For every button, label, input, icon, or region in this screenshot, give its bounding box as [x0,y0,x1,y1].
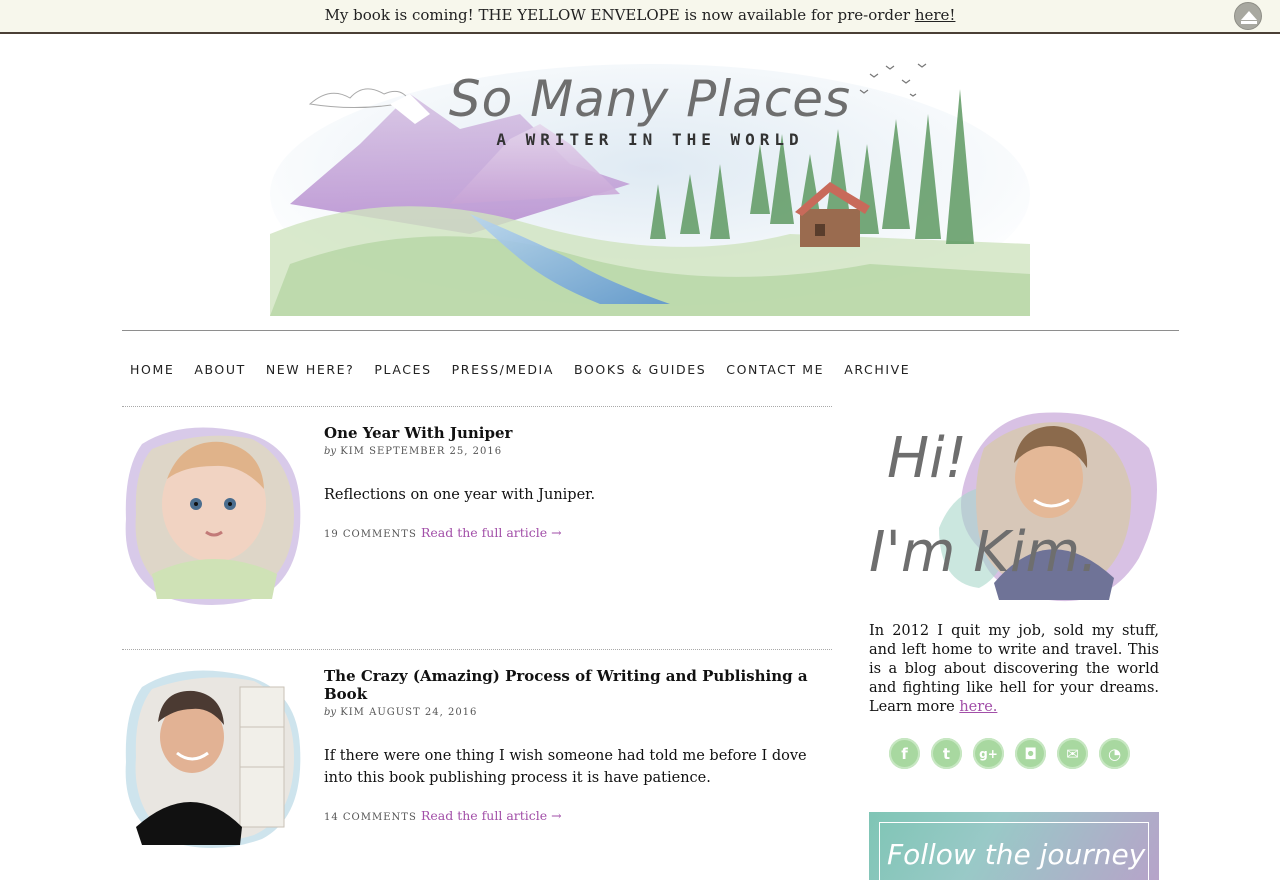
collapse-bar-button[interactable] [1234,2,1262,30]
im-kim-greeting: I'm Kim. [869,520,1098,585]
facebook-icon[interactable]: f [889,738,920,769]
post-item: The Crazy (Amazing) Process of Writing a… [122,667,832,857]
learn-more-link[interactable]: here. [959,699,997,715]
author-portrait-image [125,670,301,848]
comment-count[interactable]: 14 COMMENTS [324,812,417,823]
nav-home[interactable]: HOME [130,362,174,378]
post-thumbnail[interactable] [122,424,304,606]
chevron-up-icon [1241,11,1257,24]
post-excerpt: If there were one thing I wish someone h… [324,748,807,786]
main-nav: HOME ABOUT NEW HERE? PLACES PRESS/MEDIA … [130,362,930,378]
follow-journey-banner[interactable]: Follow the journey [869,812,1159,880]
post-excerpt: Reflections on one year with Juniper. [324,487,596,503]
divider [122,649,832,650]
author-bio: In 2012 I quit my job, sold my stuff, an… [869,623,1159,715]
post-content: One Year With Juniper by KIM SEPTEMBER 2… [324,424,832,540]
author-intro-image[interactable]: Hi! I'm Kim. [869,408,1159,604]
header-divider [122,330,1179,331]
follow-text: Follow the journey [887,838,1146,871]
post-author[interactable]: KIM [340,446,365,457]
hi-greeting: Hi! [887,426,968,491]
announcement-text: My book is coming! THE YELLOW ENVELOPE i… [324,6,915,24]
divider [122,406,832,407]
twitter-icon[interactable]: t [931,738,962,769]
rss-icon[interactable]: ◔ [1099,738,1130,769]
nav-about[interactable]: ABOUT [194,362,246,378]
post-footer: 14 COMMENTS Read the full article → [324,808,832,823]
post-date: SEPTEMBER 25, 2016 [369,446,503,457]
nav-contact-me[interactable]: CONTACT ME [726,362,824,378]
instagram-icon[interactable]: ◘ [1015,738,1046,769]
post-author[interactable]: KIM [340,707,365,718]
nav-archive[interactable]: ARCHIVE [844,362,910,378]
social-links: f t g+ ◘ ✉ ◔ [889,738,1130,769]
post-title[interactable]: One Year With Juniper [324,424,832,442]
post-date: AUGUST 24, 2016 [369,707,478,718]
google-plus-icon[interactable]: g+ [973,738,1004,769]
post-footer: 19 COMMENTS Read the full article → [324,525,832,540]
read-more-link[interactable]: Read the full article → [421,808,562,823]
baby-portrait-image [125,427,301,605]
announcement-bar: My book is coming! THE YELLOW ENVELOPE i… [0,0,1280,34]
nav-press-media[interactable]: PRESS/MEDIA [452,362,554,378]
post-thumbnail[interactable] [122,667,304,849]
nav-new-here[interactable]: NEW HERE? [266,362,355,378]
comment-count[interactable]: 19 COMMENTS [324,529,417,540]
post-meta: by KIM AUGUST 24, 2016 [324,707,478,718]
read-more-link[interactable]: Read the full article → [421,525,562,540]
post-item: One Year With Juniper by KIM SEPTEMBER 2… [122,424,832,614]
site-tagline: A WRITER IN THE WORLD [496,130,804,149]
email-icon[interactable]: ✉ [1057,738,1088,769]
nav-books-guides[interactable]: BOOKS & GUIDES [574,362,706,378]
post-title[interactable]: The Crazy (Amazing) Process of Writing a… [324,667,832,703]
nav-places[interactable]: PLACES [374,362,431,378]
header-banner[interactable]: So Many Places A WRITER IN THE WORLD [270,34,1030,324]
post-meta: by KIM SEPTEMBER 25, 2016 [324,446,503,457]
site-title[interactable]: So Many Places [270,70,1030,128]
announcement-link[interactable]: here! [915,6,956,24]
post-content: The Crazy (Amazing) Process of Writing a… [324,667,832,823]
